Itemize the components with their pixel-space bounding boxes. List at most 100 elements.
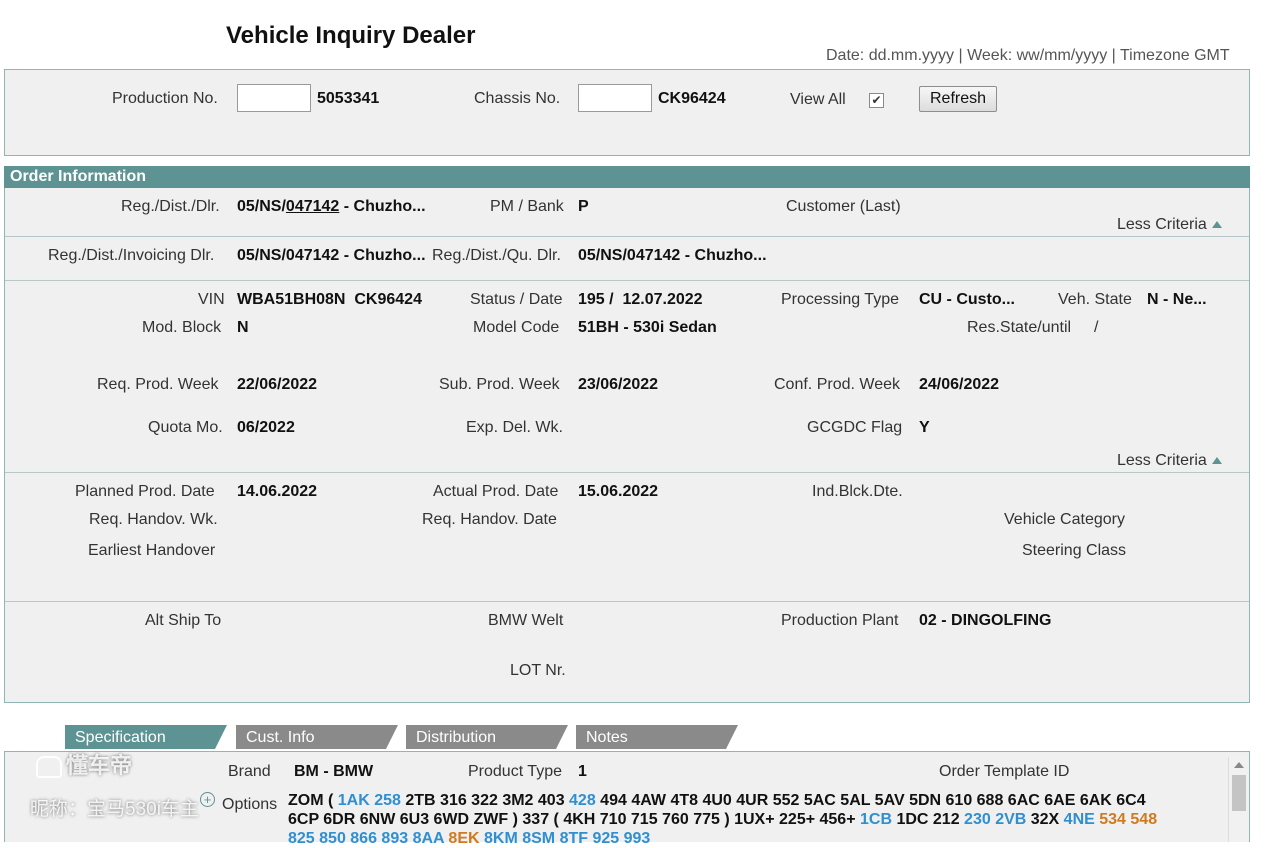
option-code-segment: 2TB 316 322 3M2 403	[400, 792, 570, 809]
customer-last-label: Customer (Last)	[786, 198, 901, 215]
tab-edge	[215, 725, 227, 749]
vin-label: VIN	[198, 291, 225, 308]
option-code-segment: 8EK	[448, 830, 480, 847]
gcgdc-flag-value: Y	[919, 419, 930, 436]
res-state-value: /	[1094, 319, 1099, 336]
options-scrollbar[interactable]	[1228, 757, 1249, 842]
exp-del-wk-label: Exp. Del. Wk.	[466, 419, 563, 436]
collapse-up-icon	[1211, 457, 1222, 465]
refresh-button[interactable]: Refresh	[919, 86, 998, 112]
production-plant-value: 02 - DINGOLFING	[919, 612, 1052, 629]
actual-prod-date-label: Actual Prod. Date	[433, 483, 559, 500]
pm-bank-value: P	[578, 198, 589, 215]
divider	[5, 601, 1249, 602]
planned-prod-date-value: 14.06.2022	[237, 483, 318, 500]
invoicing-dlr-label: Reg./Dist./Invoicing Dlr.	[48, 247, 215, 264]
sub-prod-week-label: Sub. Prod. Week	[439, 376, 560, 393]
order-information-header: Order Information	[4, 166, 1250, 188]
production-no-value: 5053341	[317, 90, 380, 107]
less-criteria-toggle-1[interactable]: Less Criteria	[1117, 216, 1222, 234]
chassis-no-input[interactable]	[578, 84, 652, 112]
brand-label: Brand	[228, 763, 271, 780]
date-format-info: Date: dd.mm.yyyy | Week: ww/mm/yyyy | Ti…	[826, 47, 1230, 64]
planned-prod-date-label: Planned Prod. Date	[75, 483, 215, 500]
quota-mo-label: Quota Mo.	[148, 419, 223, 436]
req-handov-wk-label: Req. Handov. Wk.	[89, 511, 218, 528]
tab-edge	[386, 725, 398, 749]
option-code-segment: 1CB	[859, 811, 892, 828]
qu-dlr-label: Reg./Dist./Qu. Dlr.	[432, 247, 561, 264]
alt-ship-to-label: Alt Ship To	[145, 612, 222, 629]
gcgdc-flag-label: GCGDC Flag	[807, 419, 903, 436]
option-code-segment: 534 548	[1099, 811, 1158, 828]
mod-block-label: Mod. Block	[142, 319, 222, 336]
car-logo-icon	[36, 756, 62, 779]
ind-blck-dte-label: Ind.Blck.Dte.	[812, 483, 903, 500]
processing-type-label: Processing Type	[781, 291, 899, 308]
option-code-segment: 428	[569, 792, 596, 809]
reg-dist-dlr-label: Reg./Dist./Dlr.	[121, 198, 220, 215]
option-code-segment: ZOM (	[288, 792, 338, 809]
scrollbar-thumb[interactable]	[1232, 775, 1246, 811]
tab-edge	[556, 725, 568, 749]
conf-prod-week-label: Conf. Prod. Week	[774, 376, 900, 393]
divider	[5, 280, 1249, 281]
status-date-value: 195 / 12.07.2022	[578, 291, 703, 308]
veh-state-value: N - Ne...	[1147, 291, 1207, 308]
tab-edge	[726, 725, 738, 749]
veh-state-label: Veh. State	[1058, 291, 1132, 308]
options-list: ZOM ( 1AK 258 2TB 316 322 3M2 403 428 49…	[288, 791, 1233, 848]
option-code-segment: 1AK 258	[337, 792, 401, 809]
steering-class-label: Steering Class	[1022, 542, 1127, 559]
tab-cust-info[interactable]: Cust. Info	[236, 725, 386, 749]
vin-value: WBA51BH08N CK96424	[237, 291, 422, 308]
option-code-segment: 1DC 212	[892, 811, 965, 828]
qu-dlr-value: 05/NS/047142 - Chuzho...	[578, 247, 767, 264]
less-criteria-label: Less Criteria	[1117, 216, 1207, 233]
processing-type-value: CU - Custo...	[919, 291, 1015, 308]
tab-notes[interactable]: Notes	[576, 725, 726, 749]
conf-prod-week-value: 24/06/2022	[919, 376, 1000, 393]
earliest-handover-label: Earliest Handover	[88, 542, 216, 559]
invoicing-dlr-value: 05/NS/047142 - Chuzho...	[237, 247, 426, 264]
actual-prod-date-value: 15.06.2022	[578, 483, 659, 500]
tab-distribution[interactable]: Distribution	[406, 725, 556, 749]
view-all-label: View All	[790, 91, 846, 108]
less-criteria-toggle-2[interactable]: Less Criteria	[1117, 452, 1222, 470]
divider	[5, 236, 1249, 237]
expand-plus-icon[interactable]: +	[200, 792, 215, 807]
mod-block-value: N	[237, 319, 249, 336]
options-line: 6CP 6DR 6NW 6U3 6WD ZWF ) 337 ( 4KH 710 …	[288, 810, 1233, 829]
option-code-segment: 8KM 8SM 8TF 925 993	[479, 830, 651, 847]
sub-prod-week-value: 23/06/2022	[578, 376, 659, 393]
req-handov-date-label: Req. Handov. Date	[422, 511, 557, 528]
production-no-input[interactable]	[237, 84, 311, 112]
option-code-segment: 32X	[1026, 811, 1064, 828]
brand-value: BM - BMW	[294, 763, 374, 780]
lot-nr-label: LOT Nr.	[510, 662, 566, 679]
scroll-up-icon[interactable]	[1234, 762, 1244, 768]
less-criteria-label: Less Criteria	[1117, 452, 1207, 469]
dealer-link[interactable]: 047142	[286, 198, 339, 215]
collapse-up-icon	[1211, 221, 1222, 229]
product-type-label: Product Type	[468, 763, 562, 780]
option-code-segment: 230 2VB	[964, 811, 1027, 828]
product-type-value: 1	[578, 763, 587, 780]
option-code-segment: 6CP 6DR 6NW 6U3 6WD ZWF ) 337 ( 4KH 710 …	[288, 811, 860, 828]
reg-dist-dlr-value: 05/NS/047142 - Chuzho...	[237, 198, 426, 215]
quota-mo-value: 06/2022	[237, 419, 295, 436]
production-plant-label: Production Plant	[781, 612, 899, 629]
pm-bank-label: PM / Bank	[490, 198, 564, 215]
order-template-id-label: Order Template ID	[939, 763, 1070, 780]
status-date-label: Status / Date	[470, 291, 563, 308]
vehicle-category-label: Vehicle Category	[1004, 511, 1125, 528]
watermark-nickname: 昵称：宝马530i车主	[30, 799, 199, 820]
production-no-label: Production No.	[112, 90, 218, 107]
page-title: Vehicle Inquiry Dealer	[226, 22, 476, 49]
options-line: ZOM ( 1AK 258 2TB 316 322 3M2 403 428 49…	[288, 791, 1233, 810]
view-all-checkbox[interactable]: ✔	[869, 93, 884, 108]
divider	[5, 472, 1249, 473]
chassis-no-label: Chassis No.	[474, 90, 561, 107]
res-state-label: Res.State/until	[967, 319, 1072, 336]
tab-specification[interactable]: Specification	[65, 725, 215, 749]
